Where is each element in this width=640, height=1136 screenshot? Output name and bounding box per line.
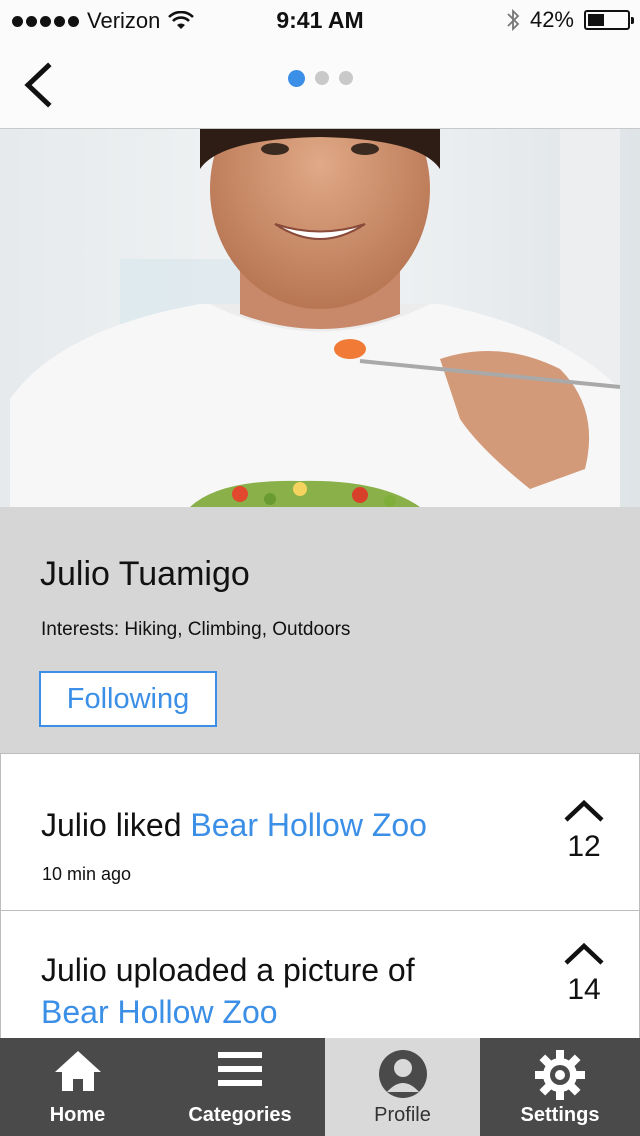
tab-bar: Home Categories Profile Settings	[0, 1038, 640, 1136]
page-dot[interactable]	[288, 70, 305, 87]
upvote-control[interactable]: 14	[559, 941, 609, 1007]
battery-percent: 42%	[529, 7, 574, 32]
feed-item[interactable]: Julio liked Bear Hollow Zoo 10 min ago 1…	[0, 753, 640, 910]
page-dot[interactable]	[339, 71, 353, 85]
feed-action: uploaded a picture of	[106, 952, 424, 988]
home-icon	[54, 1051, 101, 1091]
battery-icon	[584, 10, 634, 30]
gear-icon	[535, 1050, 585, 1100]
tab-categories[interactable]: Categories	[155, 1038, 325, 1136]
upvote-control[interactable]: 12	[559, 798, 609, 864]
tab-settings[interactable]: Settings	[480, 1038, 640, 1136]
feed-actor[interactable]: Julio	[41, 952, 107, 988]
tab-categories-label: Categories	[188, 1104, 292, 1126]
signal-strength-icon	[12, 15, 79, 27]
wifi-icon	[168, 11, 195, 29]
feed-target-link[interactable]: Bear Hollow Zoo	[41, 994, 278, 1030]
status-right: 42%	[506, 7, 634, 33]
tab-profile[interactable]: Profile	[325, 1038, 480, 1136]
menu-icon	[218, 1052, 262, 1086]
feed-item-text: Julio uploaded a picture of Bear Hollow …	[41, 949, 511, 1033]
feed-item[interactable]: Julio uploaded a picture of Bear Hollow …	[0, 910, 640, 1040]
tab-profile-label: Profile	[374, 1104, 431, 1126]
feed-target-link[interactable]: Bear Hollow Zoo	[190, 807, 427, 843]
profile-info-panel: Julio Tuamigo Interests: Hiking, Climbin…	[0, 507, 640, 753]
feed-item-text: Julio liked Bear Hollow Zoo	[41, 804, 511, 846]
profile-photo	[0, 129, 640, 507]
profile-interests: Interests: Hiking, Climbing, Outdoors	[41, 619, 351, 640]
nav-bar	[0, 40, 640, 129]
person-eating-salad-image	[0, 129, 640, 507]
back-chevron-icon[interactable]	[18, 60, 62, 110]
bluetooth-icon	[507, 8, 520, 32]
tab-home-label: Home	[49, 1104, 106, 1126]
upvote-count: 14	[567, 973, 601, 1006]
feed-actor[interactable]: Julio	[41, 807, 107, 843]
feed-action: liked	[106, 807, 191, 843]
feed-timestamp: 10 min ago	[42, 864, 132, 884]
carrier-name: Verizon	[87, 8, 161, 33]
upvote-chevron-icon[interactable]	[562, 941, 606, 967]
profile-name: Julio Tuamigo	[40, 555, 250, 593]
user-icon	[378, 1050, 427, 1098]
page-dot[interactable]	[315, 71, 329, 85]
page-indicator[interactable]	[288, 70, 353, 87]
following-button[interactable]: Following	[39, 671, 217, 727]
upvote-count: 12	[567, 830, 601, 863]
tab-settings-label: Settings	[520, 1104, 600, 1126]
status-bar: Verizon 9:41 AM 42%	[0, 0, 640, 40]
tab-home[interactable]: Home	[0, 1038, 155, 1136]
upvote-chevron-icon[interactable]	[562, 798, 606, 824]
status-left: Verizon	[12, 8, 195, 34]
